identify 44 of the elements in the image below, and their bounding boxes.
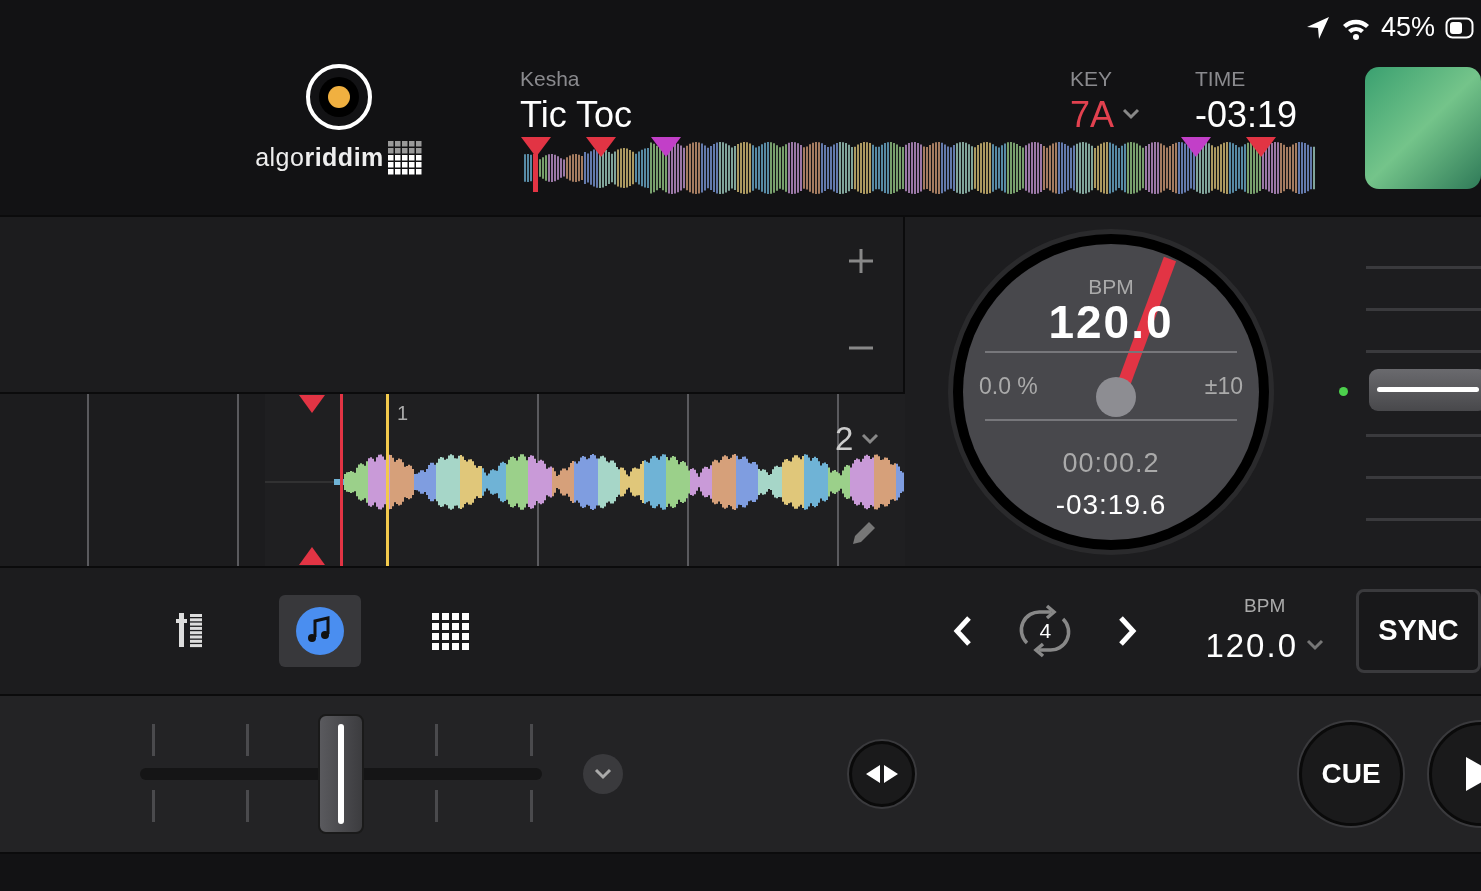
- pitch-fader-thumb[interactable]: [1369, 368, 1481, 411]
- remaining-time: -03:19.6: [1055, 487, 1167, 522]
- loop-button[interactable]: 4: [1013, 603, 1078, 659]
- next-button[interactable]: [1117, 615, 1138, 647]
- elapsed-time: 00:00.2: [1062, 447, 1160, 481]
- disc-logo-icon: [304, 63, 373, 131]
- logo-text: algoriddim: [255, 142, 384, 173]
- time-remaining: -03:19: [1195, 94, 1298, 135]
- grid-logo-icon: [387, 140, 422, 175]
- cue-marker: [299, 395, 325, 415]
- grid-icon: [431, 612, 469, 650]
- bpm-value: 120.0: [1205, 625, 1298, 666]
- battery-percentage: 45%: [1380, 11, 1435, 45]
- beat-number: 1: [397, 401, 409, 426]
- pitch-range: ±10: [1204, 371, 1243, 401]
- chevron-down-icon: [594, 768, 612, 780]
- expand-button[interactable]: [583, 754, 623, 794]
- previous-button[interactable]: [953, 615, 974, 647]
- sync-button[interactable]: SYNC: [1356, 589, 1481, 673]
- bpm-label: BPM: [1088, 275, 1134, 297]
- pitch-percent: 0.0 %: [979, 371, 1038, 401]
- needle-hub: [1096, 376, 1136, 417]
- key-label: KEY: [1070, 66, 1113, 92]
- artist-name: Kesha: [520, 66, 580, 92]
- zoom-level-selector[interactable]: 2: [835, 414, 880, 464]
- zoom-in-icon[interactable]: [847, 246, 875, 275]
- time-label: TIME: [1195, 66, 1246, 92]
- swap-button[interactable]: [849, 741, 915, 807]
- cue-button[interactable]: CUE: [1299, 722, 1403, 826]
- crossfader-thumb[interactable]: [318, 714, 364, 834]
- key-value: 7A: [1070, 94, 1115, 135]
- sync-indicator-dot: [1339, 387, 1348, 396]
- chevron-left-icon: [953, 615, 974, 647]
- chevron-down-icon[interactable]: [1306, 639, 1324, 652]
- mixer-icon: [176, 613, 204, 649]
- music-note-icon: [296, 607, 344, 655]
- panel-tab[interactable]: [279, 595, 361, 667]
- left-right-arrows-icon: [865, 764, 899, 784]
- bpm-label: BPM: [1244, 594, 1286, 618]
- track-title: Tic Toc: [520, 94, 633, 135]
- chevron-down-icon: [861, 432, 880, 445]
- chevron-down-icon[interactable]: [1122, 108, 1141, 121]
- cue-marker: [299, 545, 325, 565]
- chevron-right-icon: [1117, 615, 1138, 647]
